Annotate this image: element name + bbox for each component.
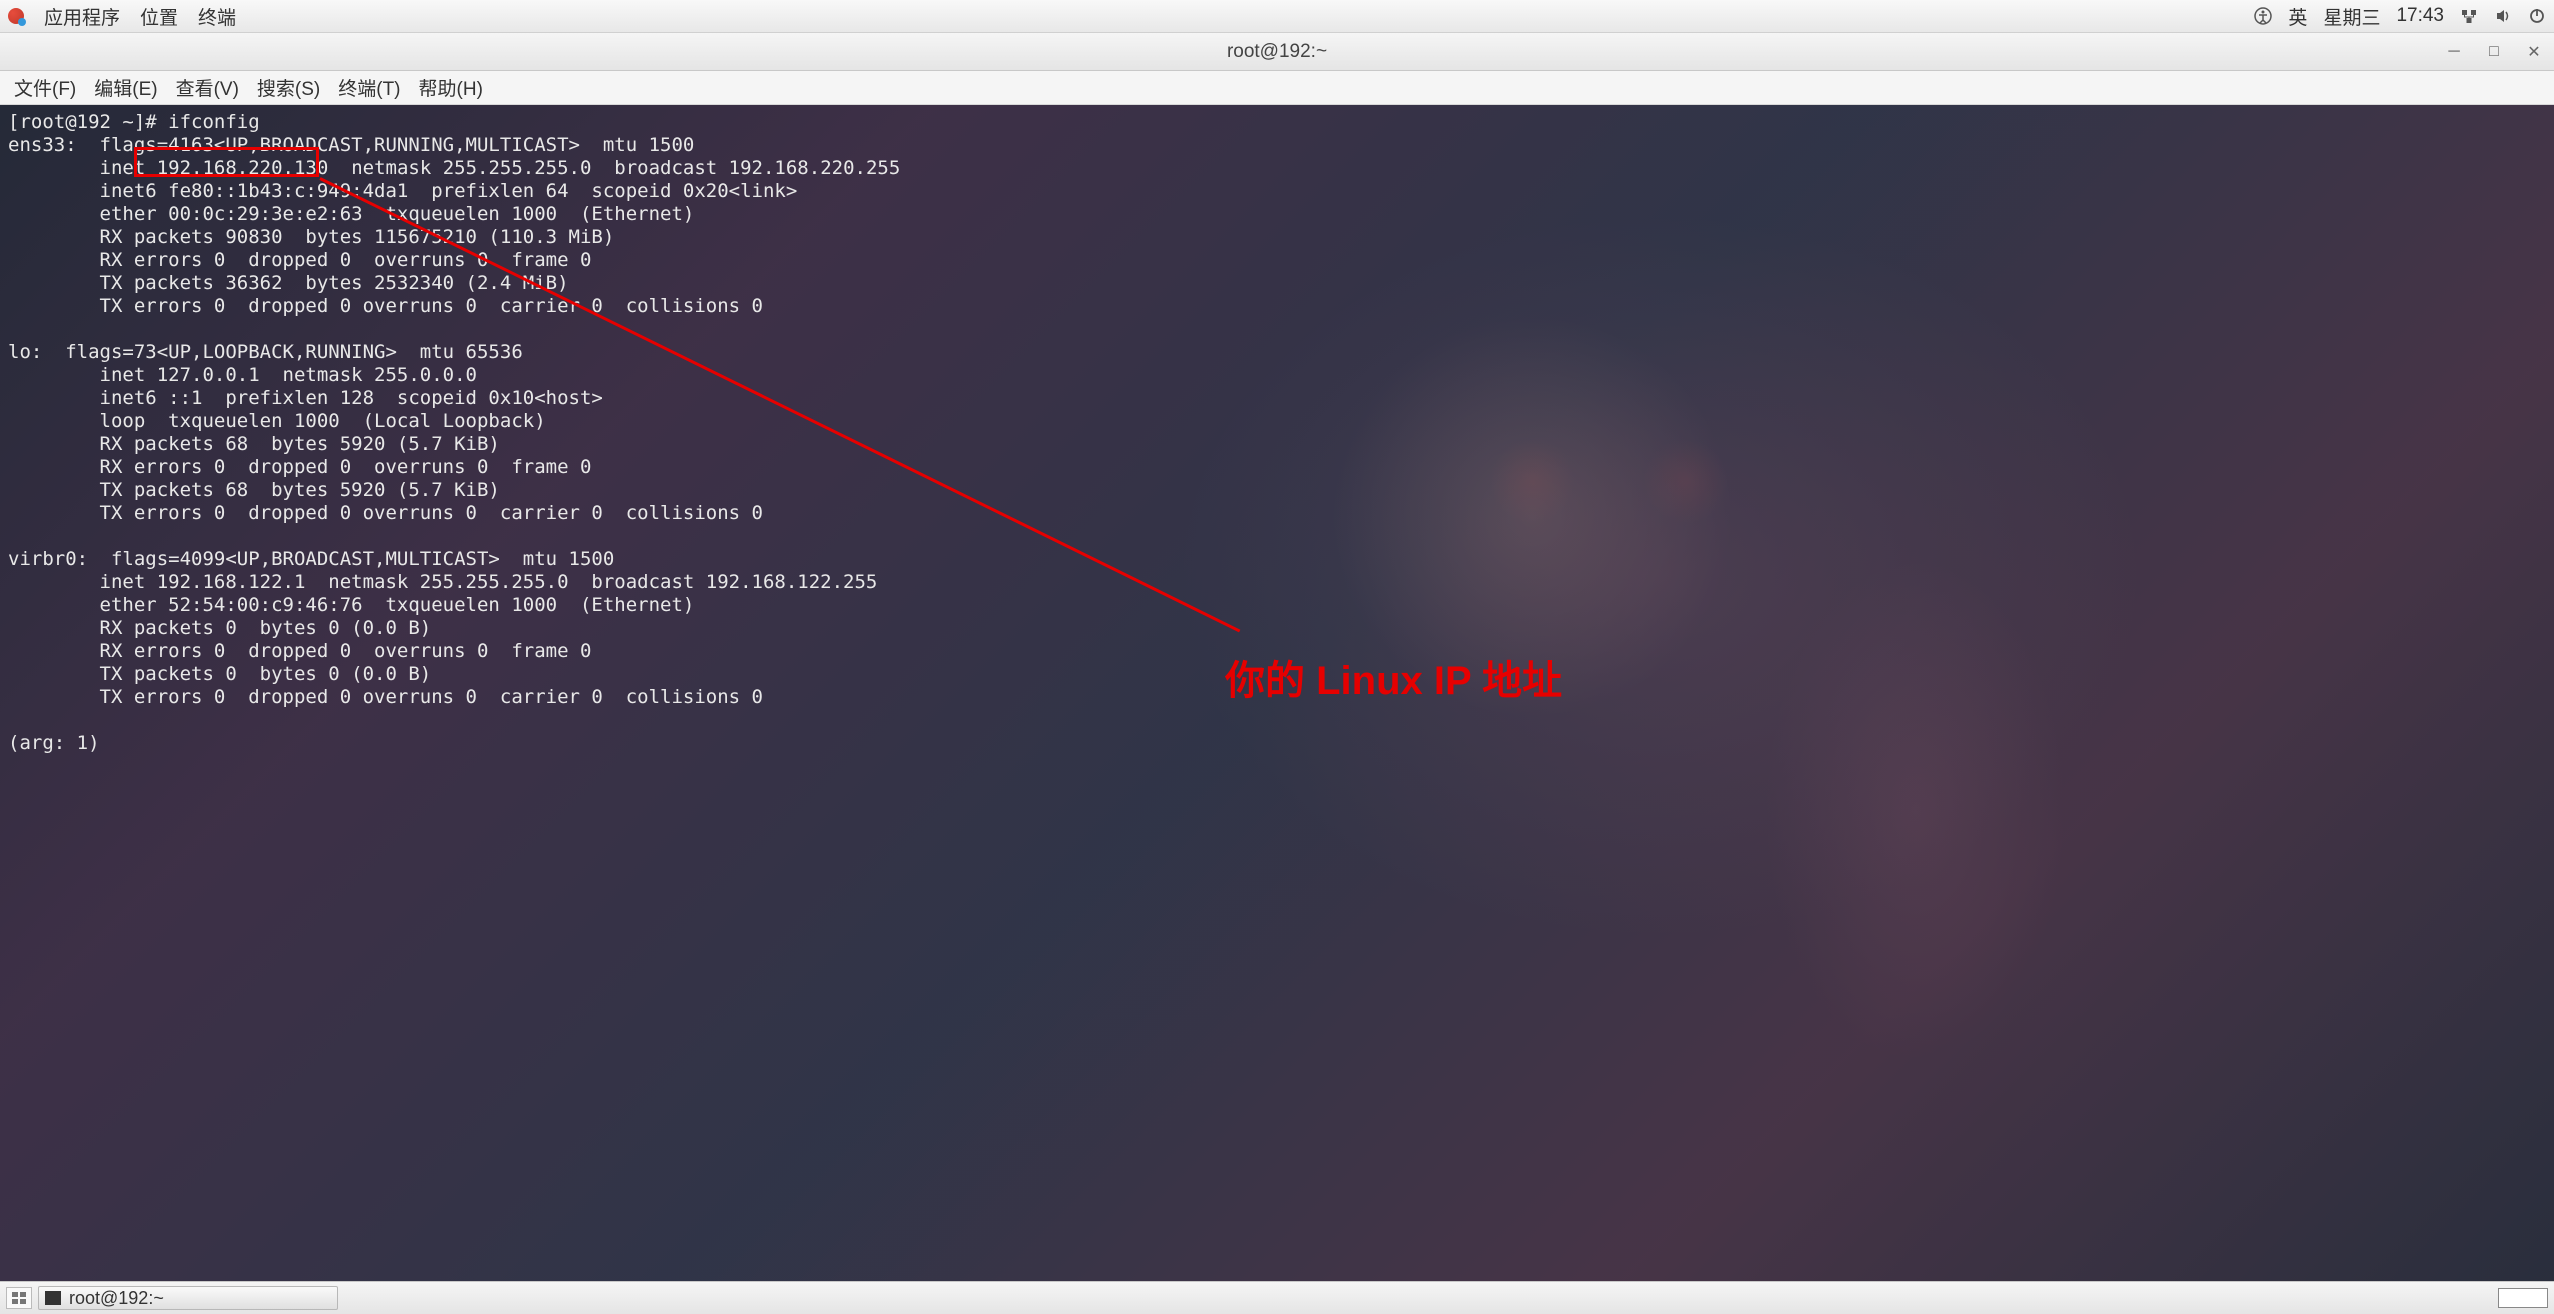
ens33-inet6: inet6 fe80::1b43:c:949:4da1 prefixlen 64… bbox=[8, 180, 797, 202]
window-title: root@192:~ bbox=[1227, 41, 1327, 63]
virbr0-rx-errors: RX errors 0 dropped 0 overruns 0 frame 0 bbox=[8, 640, 591, 662]
virbr0-header: virbr0: flags=4099<UP,BROADCAST,MULTICAS… bbox=[8, 548, 614, 570]
accessibility-icon[interactable] bbox=[2254, 7, 2272, 25]
annotation-label: 你的 Linux IP 地址 bbox=[1225, 648, 1562, 706]
ens33-rx-errors: RX errors 0 dropped 0 overruns 0 frame 0 bbox=[8, 249, 591, 271]
lo-tx-errors: TX errors 0 dropped 0 overruns 0 carrier… bbox=[8, 502, 763, 524]
ens33-header: ens33: flags=4163<UP,BROADCAST,RUNNING,M… bbox=[8, 134, 694, 156]
lo-rx-errors: RX errors 0 dropped 0 overruns 0 frame 0 bbox=[8, 456, 591, 478]
top-panel-right: 英 星期三 17:43 bbox=[2254, 3, 2546, 30]
terminal-window: root@192:~ ─ □ ✕ 文件(F) 编辑(E) 查看(V) 搜索(S)… bbox=[0, 33, 2554, 1281]
lo-header: lo: flags=73<UP,LOOPBACK,RUNNING> mtu 65… bbox=[8, 341, 523, 363]
virbr0-inet: inet 192.168.122.1 netmask 255.255.255.0… bbox=[8, 571, 877, 593]
taskbar-item-label: root@192:~ bbox=[69, 1288, 164, 1309]
lo-inet: inet 127.0.0.1 netmask 255.0.0.0 bbox=[8, 364, 477, 386]
terminal-icon bbox=[45, 1291, 61, 1305]
input-method-box[interactable] bbox=[2498, 1288, 2548, 1308]
places-menu[interactable]: 位置 bbox=[140, 3, 178, 30]
system-top-panel: 应用程序 位置 终端 英 星期三 17:43 bbox=[0, 0, 2554, 33]
lo-loop: loop txqueuelen 1000 (Local Loopback) bbox=[8, 410, 546, 432]
ens33-ether: ether 00:0c:29:3e:e2:63 txqueuelen 1000 … bbox=[8, 203, 694, 225]
ens33-tx-errors: TX errors 0 dropped 0 overruns 0 carrier… bbox=[8, 295, 763, 317]
lo-rx-packets: RX packets 68 bytes 5920 (5.7 KiB) bbox=[8, 433, 500, 455]
virbr0-tx-errors: TX errors 0 dropped 0 overruns 0 carrier… bbox=[8, 686, 763, 708]
top-panel-left: 应用程序 位置 终端 bbox=[8, 3, 236, 30]
applications-menu[interactable]: 应用程序 bbox=[44, 3, 120, 30]
volume-icon[interactable] bbox=[2494, 7, 2512, 25]
menu-edit[interactable]: 编辑(E) bbox=[88, 70, 163, 105]
terminal-menubar: 文件(F) 编辑(E) 查看(V) 搜索(S) 终端(T) 帮助(H) bbox=[0, 71, 2554, 105]
arg-line: (arg: 1) bbox=[8, 732, 100, 754]
ens33-inet-prefix: inet bbox=[8, 157, 157, 179]
virbr0-rx-packets: RX packets 0 bytes 0 (0.0 B) bbox=[8, 617, 431, 639]
menu-search[interactable]: 搜索(S) bbox=[251, 70, 326, 105]
prompt: [root@192 ~]# bbox=[8, 111, 157, 133]
ens33-inet-suffix: netmask 255.255.255.0 broadcast 192.168.… bbox=[328, 157, 900, 179]
network-icon[interactable] bbox=[2460, 7, 2478, 25]
command: ifconfig bbox=[168, 111, 260, 133]
input-method-indicator[interactable]: 英 bbox=[2288, 3, 2307, 30]
window-titlebar[interactable]: root@192:~ ─ □ ✕ bbox=[0, 33, 2554, 71]
close-button[interactable]: ✕ bbox=[2524, 42, 2544, 62]
highlighted-ip: 192.168.220.130 bbox=[157, 157, 329, 179]
lo-inet6: inet6 ::1 prefixlen 128 scopeid 0x10<hos… bbox=[8, 387, 603, 409]
power-icon[interactable] bbox=[2528, 7, 2546, 25]
menu-view[interactable]: 查看(V) bbox=[170, 70, 245, 105]
lo-tx-packets: TX packets 68 bytes 5920 (5.7 KiB) bbox=[8, 479, 500, 501]
ens33-rx-packets: RX packets 90830 bytes 115675210 (110.3 … bbox=[8, 226, 614, 248]
maximize-button[interactable]: □ bbox=[2484, 42, 2504, 62]
menu-terminal[interactable]: 终端(T) bbox=[332, 70, 406, 105]
menu-help[interactable]: 帮助(H) bbox=[413, 70, 489, 105]
window-controls: ─ □ ✕ bbox=[2444, 42, 2544, 62]
minimize-button[interactable]: ─ bbox=[2444, 42, 2464, 62]
system-bottom-panel: root@192:~ bbox=[0, 1281, 2554, 1314]
terminal-menu[interactable]: 终端 bbox=[198, 3, 236, 30]
taskbar-terminal-item[interactable]: root@192:~ bbox=[38, 1286, 338, 1310]
terminal-body[interactable]: [root@192 ~]# ifconfig ens33: flags=4163… bbox=[0, 105, 2554, 1281]
time-label[interactable]: 17:43 bbox=[2396, 5, 2444, 27]
virbr0-ether: ether 52:54:00:c9:46:76 txqueuelen 1000 … bbox=[8, 594, 694, 616]
show-desktop-button[interactable] bbox=[6, 1287, 32, 1309]
menu-file[interactable]: 文件(F) bbox=[8, 70, 82, 105]
ens33-tx-packets: TX packets 36362 bytes 2532340 (2.4 MiB) bbox=[8, 272, 569, 294]
gnome-footprint-icon[interactable] bbox=[8, 8, 24, 24]
virbr0-tx-packets: TX packets 0 bytes 0 (0.0 B) bbox=[8, 663, 431, 685]
date-label[interactable]: 星期三 bbox=[2323, 3, 2380, 30]
